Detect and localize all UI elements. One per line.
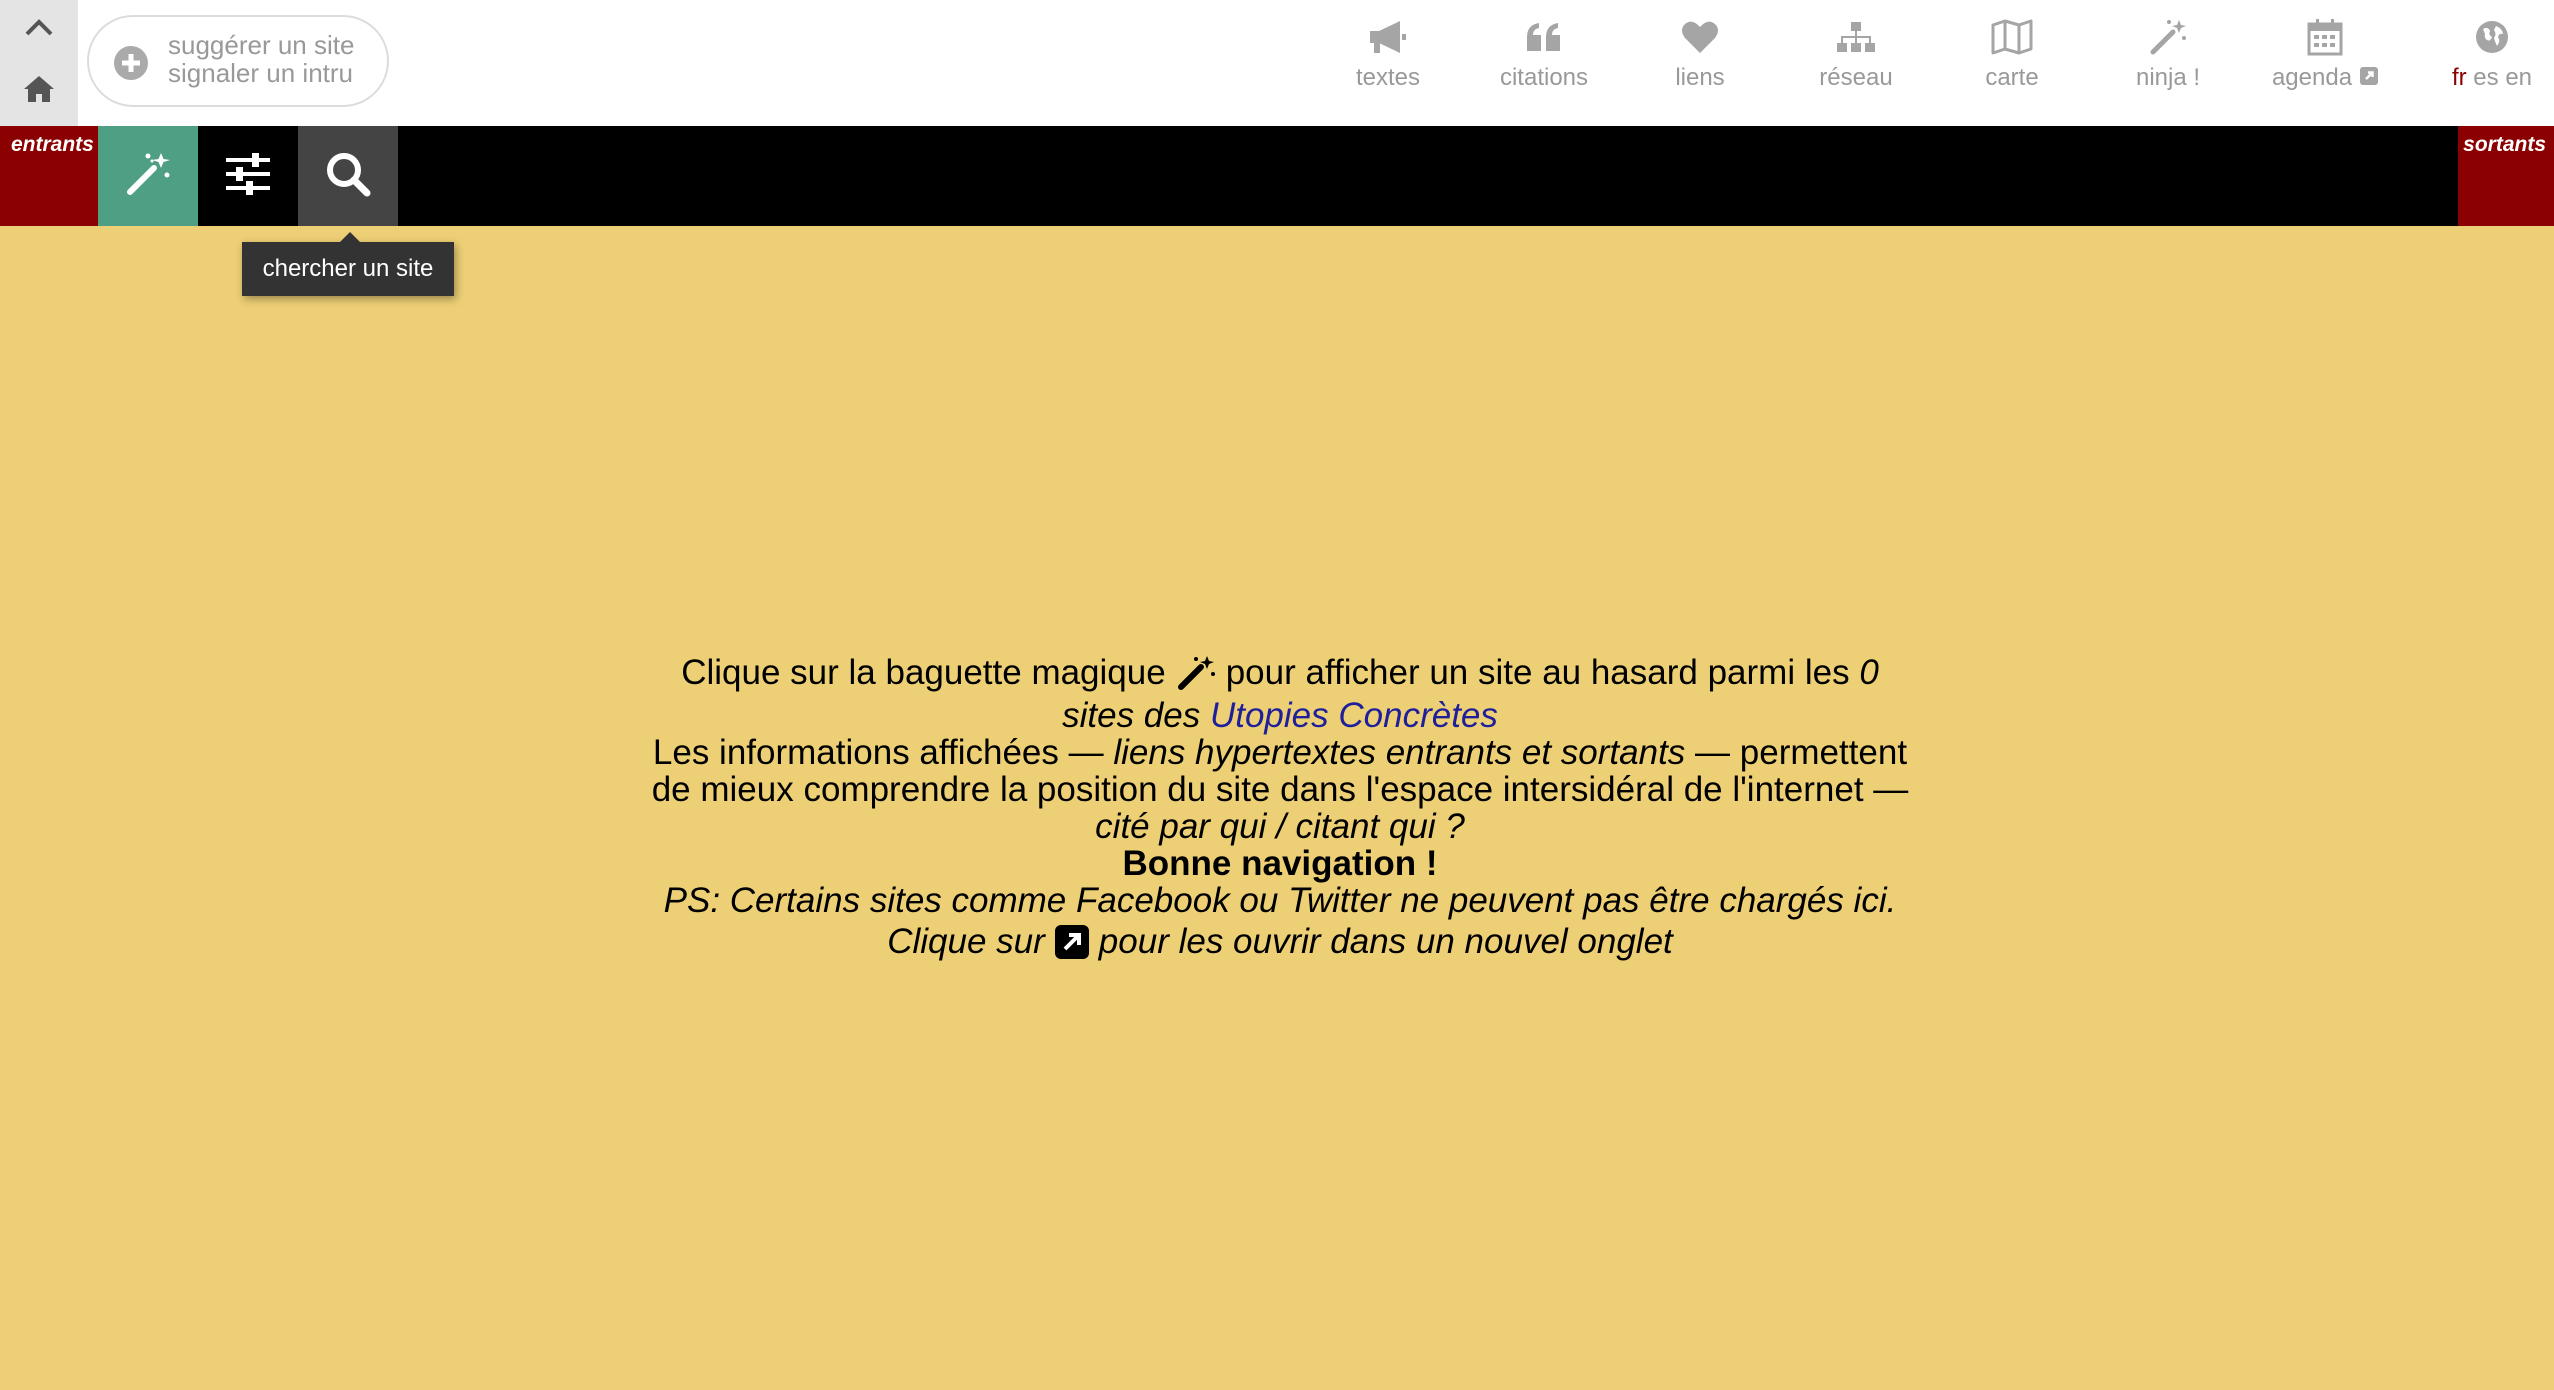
tool-bar: entrants sortants: [0, 126, 2554, 226]
intro-text: pour afficher un site au hasard parmi le…: [1225, 653, 1850, 692]
outgoing-links-tag[interactable]: sortants: [2458, 126, 2554, 226]
suggest-site-button[interactable]: suggérer un site signaler un intru: [87, 15, 389, 107]
magic-wand-icon: [124, 150, 172, 203]
map-icon: [1991, 16, 2033, 58]
nav-reseau[interactable]: réseau: [1806, 0, 1906, 126]
filters-button[interactable]: [198, 126, 298, 226]
nav-label: citations: [1499, 64, 1589, 91]
info-text: de mieux comprendre la position du site …: [651, 770, 1909, 809]
lang-es[interactable]: es: [2473, 64, 2498, 91]
report-intruder-label: signaler un intru: [168, 58, 353, 88]
intro-text: sites des: [1062, 696, 1201, 735]
greeting: Bonne navigation !: [1122, 844, 1438, 883]
nav-label: ninja !: [2135, 64, 2201, 91]
info-text-italic: liens hypertextes entrants et sortants: [1113, 733, 1686, 772]
side-column: [0, 0, 78, 126]
welcome-message: Clique sur la baguette magique pour affic…: [640, 654, 1920, 966]
language-switcher: fr es en: [2442, 0, 2542, 126]
nav-liens[interactable]: liens: [1650, 0, 1750, 126]
search-button[interactable]: [298, 126, 398, 226]
plus-circle-icon: [113, 45, 149, 86]
external-link-icon: [2360, 64, 2379, 92]
lang-en[interactable]: en: [2505, 64, 2532, 91]
info-text: — permettent: [1695, 733, 1908, 772]
site-count: 0: [1859, 653, 1879, 692]
nav-citations[interactable]: citations: [1494, 0, 1594, 126]
ps-note: PS: Certains sites comme Facebook ou Twi…: [663, 881, 1897, 920]
search-icon: [325, 151, 371, 202]
chevron-up-icon[interactable]: [20, 8, 58, 46]
ps-note: Clique sur: [887, 922, 1045, 961]
magic-wand-icon: [1176, 654, 1216, 697]
nav-textes[interactable]: textes: [1338, 0, 1438, 126]
nav-label: carte: [1985, 64, 2039, 91]
random-site-button[interactable]: [98, 126, 198, 226]
magic-wand-icon: [2149, 16, 2187, 58]
suggest-site-label: suggérer un site: [168, 30, 355, 60]
ps-note: pour les ouvrir dans un nouvel onglet: [1098, 922, 1673, 961]
top-bar: suggérer un site signaler un intru texte…: [0, 0, 2554, 126]
nav-label: réseau: [1819, 64, 1893, 91]
nav-carte[interactable]: carte: [1962, 0, 2062, 126]
lang-fr[interactable]: fr: [2452, 64, 2467, 91]
external-link-icon: [1054, 925, 1089, 966]
sliders-icon: [224, 152, 272, 201]
megaphone-icon: [1368, 16, 1408, 58]
nav-label: agenda: [2271, 64, 2353, 91]
home-icon[interactable]: [20, 70, 58, 108]
search-tooltip: chercher un site: [242, 232, 454, 296]
nav-label: textes: [1355, 64, 1421, 91]
calendar-icon: [2307, 16, 2343, 58]
sitemap-icon: [1836, 16, 1876, 58]
incoming-links-tag[interactable]: entrants: [0, 126, 98, 226]
nav-label: liens: [1675, 64, 1725, 91]
quote-icon: [1525, 16, 1563, 58]
heart-icon: [1681, 16, 1719, 58]
utopies-concretes-link[interactable]: Utopies Concrètes: [1210, 696, 1498, 735]
nav-ninja[interactable]: ninja !: [2118, 0, 2218, 126]
info-question: cité par qui / citant qui ?: [1095, 807, 1465, 846]
nav-agenda[interactable]: agenda: [2260, 0, 2390, 126]
intro-text: Clique sur la baguette magique: [681, 653, 1166, 692]
info-text: Les informations affichées —: [652, 733, 1104, 772]
globe-icon: [2475, 16, 2509, 58]
